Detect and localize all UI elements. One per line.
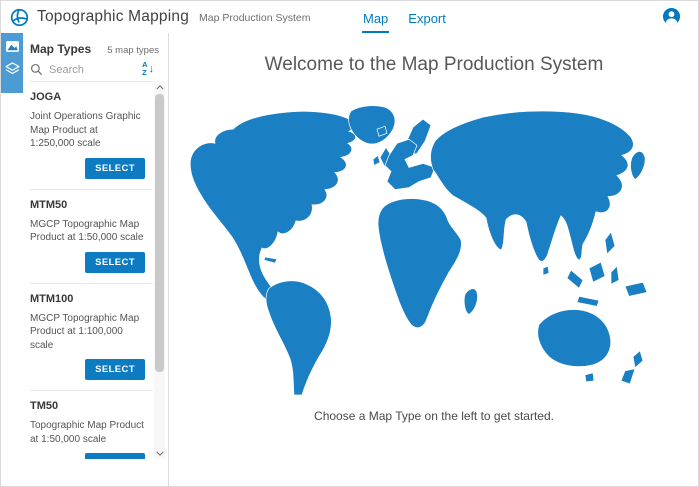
map-type-description: MGCP Topographic Map Product at 1:50,000… xyxy=(30,218,145,245)
rail-active-group xyxy=(1,33,23,93)
map-type-action-row: SELECT xyxy=(30,359,145,380)
left-icon-rail xyxy=(1,33,23,486)
scroll-up-icon[interactable] xyxy=(154,81,165,93)
tab-map[interactable]: Map xyxy=(362,1,389,33)
map-type-name: MTM50 xyxy=(30,199,145,211)
select-button[interactable]: SELECT xyxy=(85,453,145,459)
scroll-down-icon[interactable] xyxy=(154,447,165,459)
app-subtitle: Map Production System xyxy=(199,10,310,24)
welcome-heading: Welcome to the Map Production System xyxy=(170,54,698,76)
app-header: Topographic Mapping Map Production Syste… xyxy=(1,1,698,33)
map-type-action-row: SELECT xyxy=(30,158,145,179)
scrollbar-thumb[interactable] xyxy=(155,94,164,372)
panel-header: Map Types 5 map types xyxy=(23,33,168,56)
map-type-name: MTM100 xyxy=(30,293,145,305)
map-type-list-item: MTM50 MGCP Topographic Map Product at 1:… xyxy=(30,189,153,283)
sort-az-button[interactable]: AZ ↓ xyxy=(142,61,154,77)
app-window: Topographic Mapping Map Production Syste… xyxy=(0,0,699,487)
main-content: Welcome to the Map Production System xyxy=(170,33,698,486)
map-types-panel: Map Types 5 map types AZ ↓ JOGA Joint Op… xyxy=(23,33,169,486)
select-button[interactable]: SELECT xyxy=(85,359,145,380)
map-type-description: Topographic Map Product at 1:50,000 scal… xyxy=(30,419,145,446)
map-type-list-item: JOGA Joint Operations Graphic Map Produc… xyxy=(30,81,153,189)
select-button[interactable]: SELECT xyxy=(85,158,145,179)
map-type-name: TM50 xyxy=(30,400,145,412)
map-type-description: Joint Operations Graphic Map Product at … xyxy=(30,110,145,151)
app-title: Topographic Mapping xyxy=(37,8,189,26)
map-type-action-row: SELECT xyxy=(30,453,145,459)
search-input[interactable] xyxy=(49,64,129,76)
layers-icon[interactable] xyxy=(4,60,20,76)
sort-az-letters: AZ xyxy=(142,61,147,77)
map-type-action-row: SELECT xyxy=(30,252,145,273)
map-type-list-item: TM50 Topographic Map Product at 1:50,000… xyxy=(30,390,153,459)
select-button[interactable]: SELECT xyxy=(85,252,145,273)
world-map-image xyxy=(181,99,686,396)
list-scrollbar[interactable] xyxy=(154,81,165,459)
map-type-count: 5 map types xyxy=(107,45,159,56)
map-type-description: MGCP Topographic Map Product at 1:100,00… xyxy=(30,312,145,353)
user-account-icon[interactable] xyxy=(662,7,681,26)
hint-text: Choose a Map Type on the left to get sta… xyxy=(170,409,698,423)
map-type-list-item: MTM100 MGCP Topographic Map Product at 1… xyxy=(30,283,153,391)
header-tabs: Map Export xyxy=(362,1,447,33)
map-type-name: JOGA xyxy=(30,91,145,103)
panel-title: Map Types xyxy=(30,42,91,56)
search-icon xyxy=(30,63,43,76)
globe-logo-icon xyxy=(10,8,29,27)
search-box xyxy=(30,63,136,82)
map-type-list: JOGA Joint Operations Graphic Map Produc… xyxy=(23,81,153,459)
sort-direction-arrow-icon: ↓ xyxy=(149,63,155,75)
basemap-icon[interactable] xyxy=(4,38,20,54)
tab-export[interactable]: Export xyxy=(407,1,447,33)
